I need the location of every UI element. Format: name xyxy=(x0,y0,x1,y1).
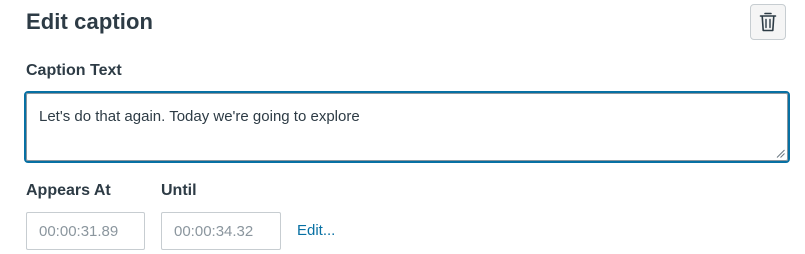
edit-timing-link[interactable]: Edit... xyxy=(297,222,335,239)
caption-text-input[interactable]: Let's do that again. Today we're going t… xyxy=(26,93,788,161)
delete-caption-button[interactable] xyxy=(750,4,786,40)
until-input[interactable] xyxy=(161,212,281,250)
caption-text-field-wrapper: Let's do that again. Today we're going t… xyxy=(24,91,790,163)
trash-icon xyxy=(758,11,778,33)
appears-at-label: Appears At xyxy=(26,182,111,199)
appears-at-input[interactable] xyxy=(26,212,145,250)
until-label: Until xyxy=(161,182,197,199)
resize-grip-icon[interactable] xyxy=(776,149,785,158)
caption-text-label: Caption Text xyxy=(26,62,122,79)
edit-caption-panel: Edit caption Caption Text Let's do that … xyxy=(0,0,805,254)
page-title: Edit caption xyxy=(26,9,154,34)
